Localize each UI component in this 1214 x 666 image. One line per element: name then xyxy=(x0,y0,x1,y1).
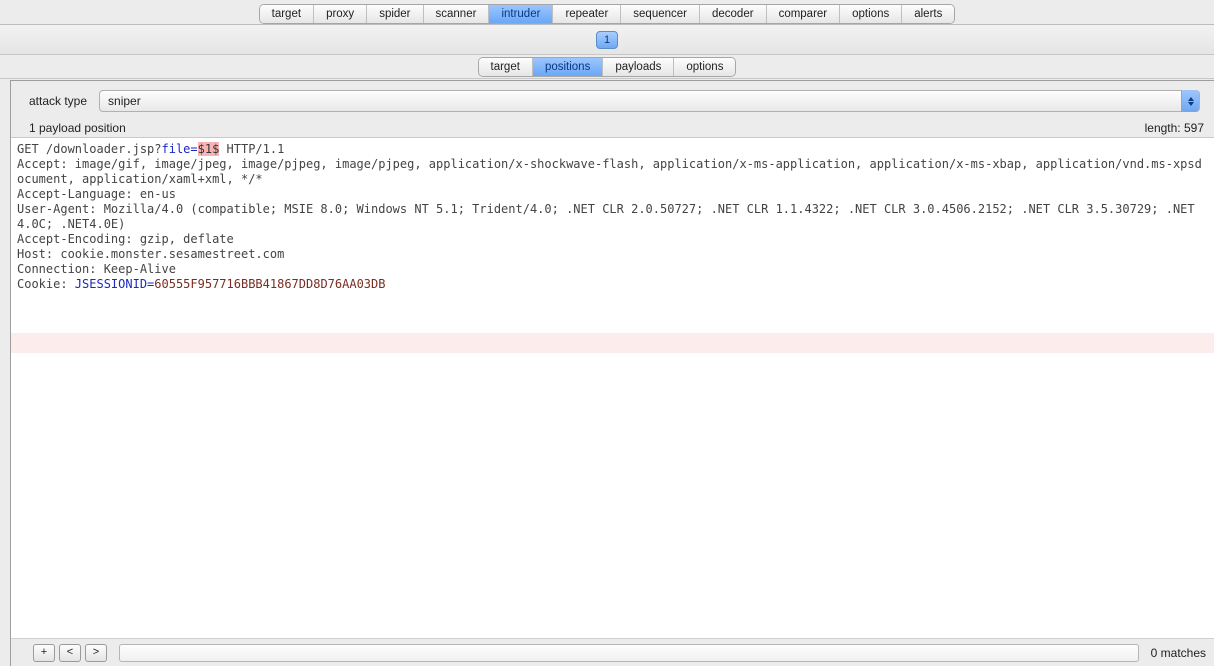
main-tab-bar: targetproxyspiderscannerintruderrepeater… xyxy=(0,0,1214,25)
request-text: Cookie: xyxy=(17,277,75,291)
main-tab-spider[interactable]: spider xyxy=(367,5,423,23)
positions-status-row: 1 payload position length: 597 xyxy=(11,121,1214,137)
main-tab-decoder[interactable]: decoder xyxy=(700,5,767,23)
request-text: Accept-Encoding: gzip, deflate xyxy=(17,232,234,246)
main-tab-intruder[interactable]: intruder xyxy=(489,5,553,23)
request-text: GET /downloader.jsp? xyxy=(17,142,162,156)
next-match-button[interactable]: > xyxy=(85,644,107,662)
attack-tab-1[interactable]: 1 xyxy=(596,31,618,49)
payload-position-count: 1 payload position xyxy=(29,121,126,135)
attack-type-row: attack type sniper xyxy=(11,81,1214,121)
sub-tab-options[interactable]: options xyxy=(674,58,735,76)
sub-tab-payloads[interactable]: payloads xyxy=(603,58,674,76)
main-tab-alerts[interactable]: alerts xyxy=(902,5,954,23)
sub-tab-bar: targetpositionspayloadsoptions xyxy=(0,55,1214,79)
request-length-label: length: 597 xyxy=(1145,121,1204,135)
attack-type-select[interactable]: sniper xyxy=(99,90,1200,112)
sub-tab-positions[interactable]: positions xyxy=(533,58,603,76)
main-tab-target[interactable]: target xyxy=(260,5,314,23)
attack-type-value: sniper xyxy=(108,94,141,108)
attack-type-label: attack type xyxy=(29,94,87,108)
request-text: HTTP/1.1 xyxy=(219,142,284,156)
request-text: Connection: Keep-Alive xyxy=(17,262,176,276)
main-tab-repeater[interactable]: repeater xyxy=(553,5,621,23)
sub-tab-target[interactable]: target xyxy=(479,58,533,76)
intruder-positions-panel: attack type sniper 1 payload position le… xyxy=(10,80,1214,666)
request-editor[interactable]: GET /downloader.jsp?file=$1$ HTTP/1.1 Ac… xyxy=(11,137,1214,638)
payload-marker: $1$ xyxy=(198,142,220,156)
attack-tab-bar: 1 xyxy=(0,25,1214,55)
main-tab-options[interactable]: options xyxy=(840,5,902,23)
match-count-label: 0 matches xyxy=(1151,646,1206,660)
url-param-name: file= xyxy=(162,142,198,156)
request-text: Host: cookie.monster.sesamestreet.com xyxy=(17,247,284,261)
cookie-key: JSESSIONID= xyxy=(75,277,154,291)
dropdown-arrows-icon xyxy=(1181,90,1199,112)
search-input[interactable] xyxy=(119,644,1139,662)
main-tab-scanner[interactable]: scanner xyxy=(424,5,490,23)
request-text: Accept-Language: en-us xyxy=(17,187,176,201)
request-text: Accept: image/gif, image/jpeg, image/pjp… xyxy=(17,157,1202,186)
editor-bottom-toolbar: + < > 0 matches xyxy=(11,638,1214,666)
main-tab-proxy[interactable]: proxy xyxy=(314,5,367,23)
add-button[interactable]: + xyxy=(33,644,55,662)
main-tab-sequencer[interactable]: sequencer xyxy=(621,5,700,23)
main-tab-comparer[interactable]: comparer xyxy=(767,5,841,23)
prev-match-button[interactable]: < xyxy=(59,644,81,662)
highlight-band xyxy=(11,333,1214,353)
cookie-value: 60555F957716BBB41867DD8D76AA03DB xyxy=(154,277,385,291)
request-text: User-Agent: Mozilla/4.0 (compatible; MSI… xyxy=(17,202,1195,231)
